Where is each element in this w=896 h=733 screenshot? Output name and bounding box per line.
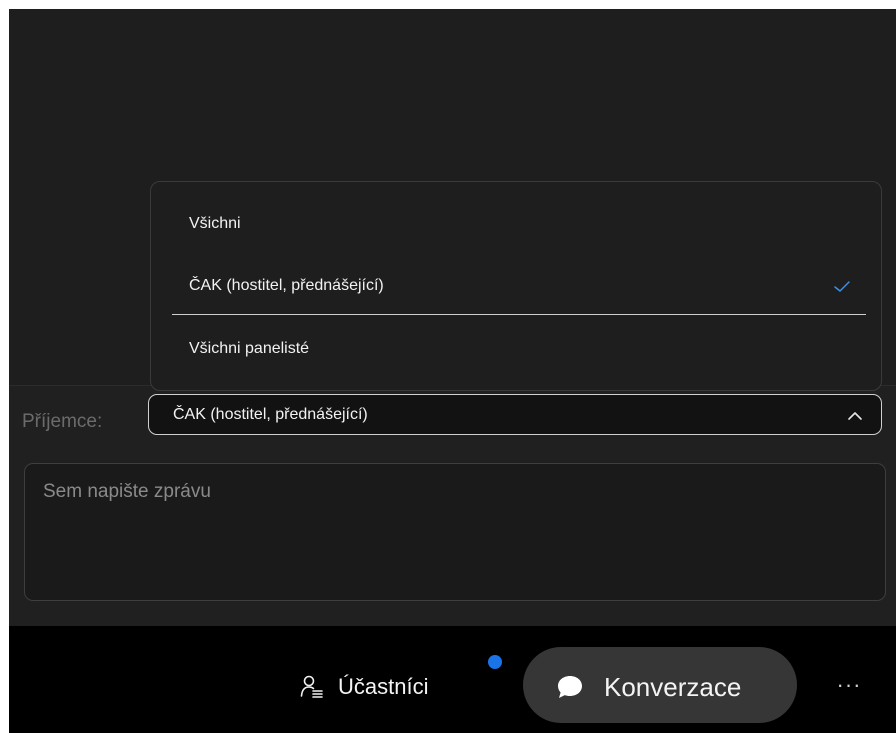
notification-dot <box>488 655 502 669</box>
bottom-toolbar: Účastníci Konverzace ··· <box>9 626 896 733</box>
recipient-option-all-panelists[interactable]: Všichni panelisté <box>151 327 881 371</box>
dropdown-divider <box>172 314 866 315</box>
checkmark-icon <box>834 281 850 292</box>
recipient-option-label: ČAK (hostitel, přednášející) <box>189 277 384 294</box>
person-list-icon <box>300 675 323 698</box>
participants-label: Účastníci <box>338 674 429 699</box>
message-input[interactable] <box>24 463 886 601</box>
chevron-up-icon <box>848 412 862 420</box>
chat-label: Konverzace <box>604 672 742 702</box>
recipient-option-everyone[interactable]: Všichni <box>151 202 881 246</box>
recipient-option-label: Všichni <box>189 215 241 232</box>
recipient-select[interactable]: ČAK (hostitel, přednášející) <box>148 394 882 435</box>
chat-panel: Příjemce: ČAK (hostitel, přednášející) V… <box>9 9 896 626</box>
recipient-dropdown-menu: Všichni ČAK (hostitel, přednášející) Vši… <box>150 181 882 391</box>
recipient-selected-value: ČAK (hostitel, přednášející) <box>173 406 368 423</box>
chat-button[interactable]: Konverzace <box>523 647 797 723</box>
recipient-option-host-presenter[interactable]: ČAK (hostitel, přednášející) <box>151 264 881 308</box>
app-window: Příjemce: ČAK (hostitel, přednášející) V… <box>9 9 896 733</box>
participants-button[interactable]: Účastníci <box>294 666 494 704</box>
chat-bubble-icon <box>558 676 582 698</box>
more-options-button[interactable]: ··· <box>829 672 869 702</box>
recipient-option-label: Všichni panelisté <box>189 340 310 357</box>
recipient-label: Příjemce: <box>22 411 103 432</box>
